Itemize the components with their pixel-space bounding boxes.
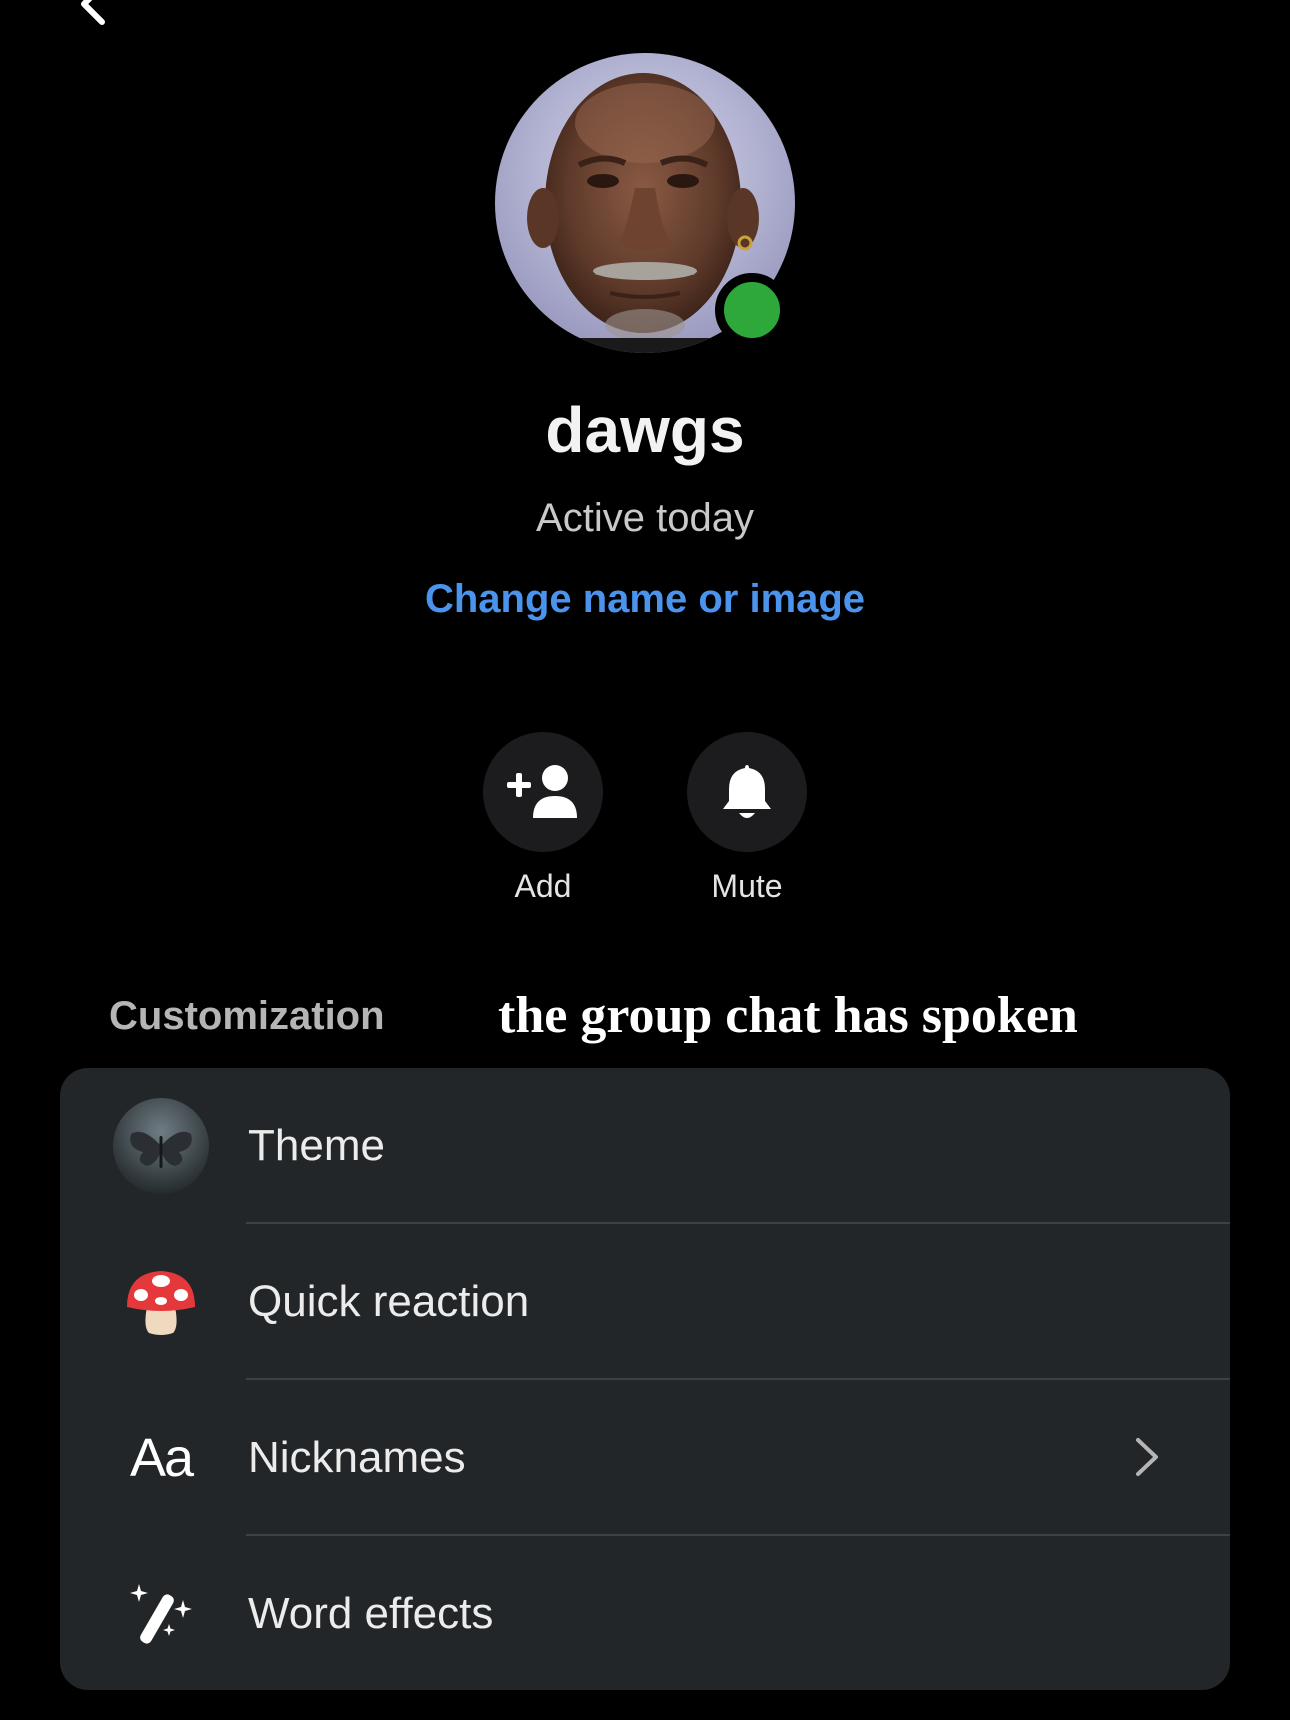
add-action[interactable]: Add bbox=[443, 732, 643, 906]
overlay-caption: the group chat has spoken bbox=[498, 987, 1078, 1044]
customization-card: Theme Quick reaction Aa Nicknames Word e… bbox=[60, 1068, 1230, 1690]
activity-status: Active today bbox=[536, 496, 754, 540]
settings-row-theme[interactable]: Theme bbox=[60, 1068, 1230, 1224]
chevron-right-icon bbox=[1136, 1438, 1158, 1476]
customization-section-title: Customization bbox=[109, 994, 385, 1038]
theme-thumbnail-icon bbox=[113, 1098, 209, 1194]
back-button[interactable] bbox=[70, 0, 120, 30]
mute-action[interactable]: Mute bbox=[647, 732, 847, 906]
group-avatar-container[interactable] bbox=[495, 53, 795, 353]
mute-button[interactable] bbox=[687, 732, 807, 852]
word-effects-label: Word effects bbox=[248, 1589, 494, 1638]
online-status-indicator bbox=[715, 273, 789, 347]
mute-label: Mute bbox=[711, 868, 783, 904]
quick-reaction-label: Quick reaction bbox=[248, 1277, 530, 1326]
group-name: dawgs bbox=[545, 394, 745, 466]
change-name-or-image-link[interactable]: Change name or image bbox=[0, 575, 1290, 623]
nicknames-label: Nicknames bbox=[248, 1433, 466, 1482]
bell-icon bbox=[723, 765, 771, 818]
add-button[interactable] bbox=[483, 732, 603, 852]
chevron-left-icon bbox=[81, 0, 105, 25]
settings-row-nicknames[interactable]: Aa Nicknames bbox=[60, 1380, 1230, 1536]
settings-row-word-effects[interactable]: Word effects bbox=[60, 1536, 1230, 1690]
aa-text-icon: Aa bbox=[129, 1428, 194, 1488]
settings-row-quick-reaction[interactable]: Quick reaction bbox=[60, 1224, 1230, 1380]
mushroom-emoji-icon bbox=[113, 1254, 209, 1350]
add-label: Add bbox=[514, 868, 572, 904]
magic-wand-icon bbox=[113, 1566, 209, 1662]
add-person-icon bbox=[507, 765, 577, 818]
theme-label: Theme bbox=[248, 1121, 385, 1170]
